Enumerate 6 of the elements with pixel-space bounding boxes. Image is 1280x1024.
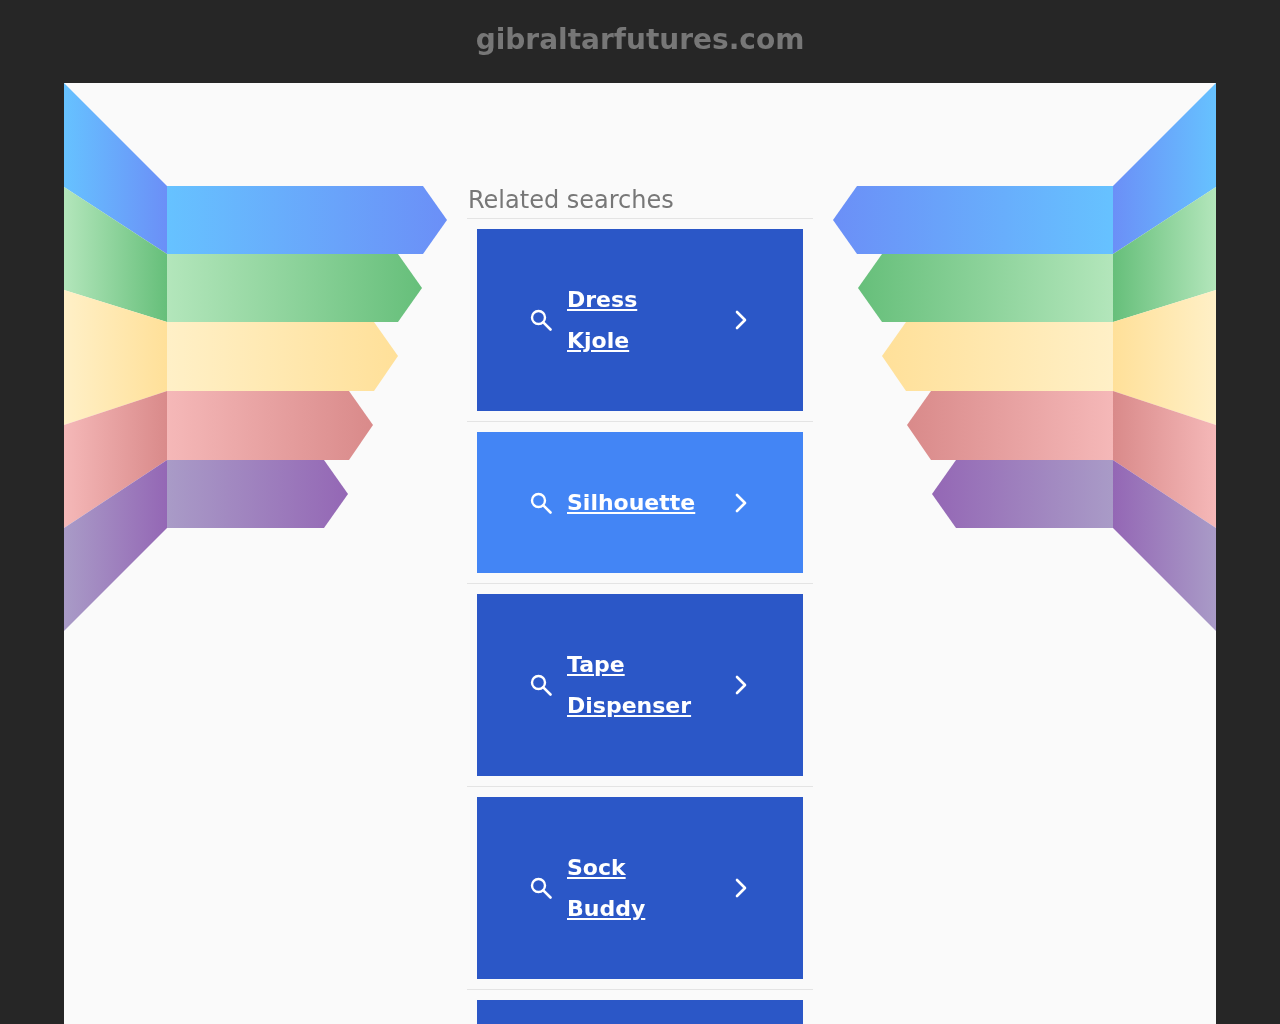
search-link[interactable]: Tape Dispenser <box>477 594 803 776</box>
search-link[interactable]: Silhouette <box>477 432 803 573</box>
section-heading: Related searches <box>467 184 813 219</box>
site-domain: gibraltarfutures.com <box>475 21 805 58</box>
search-link[interactable]: Dress Kjole <box>477 229 803 411</box>
search-link[interactable]: Sock Buddy <box>477 797 803 979</box>
